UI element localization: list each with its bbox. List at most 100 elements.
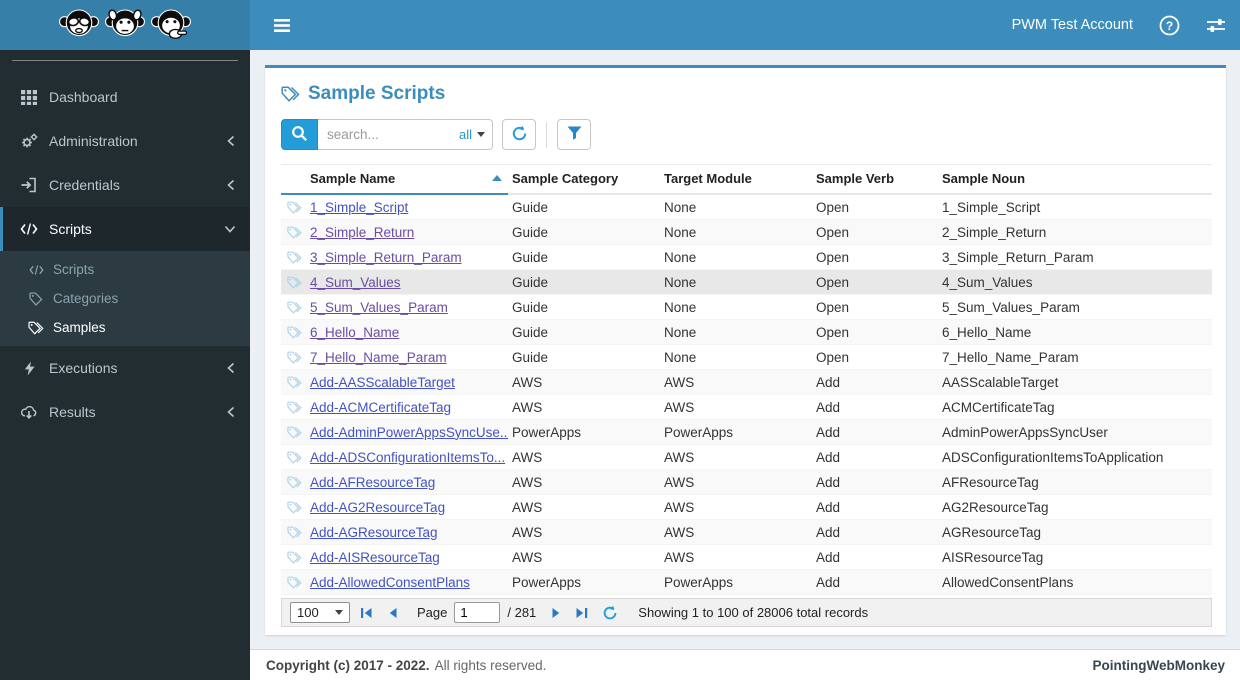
sample-name-link[interactable]: 5_Sum_Values_Param: [310, 300, 448, 315]
table-row: Add-AllowedConsentPlans PowerApps PowerA…: [281, 570, 1212, 595]
icon-column-header: [281, 165, 306, 195]
sidebar-subitem-categories[interactable]: Categories: [0, 284, 250, 313]
sample-verb-cell: Open: [816, 199, 850, 215]
column-header-sample-name[interactable]: Sample Name: [306, 165, 508, 195]
sample-name-link[interactable]: Add-ACMCertificateTag: [310, 400, 451, 415]
sample-name-link[interactable]: 3_Simple_Return_Param: [310, 250, 462, 265]
content-area: Sample Scripts search... all Sample Name…: [250, 50, 1240, 649]
refresh-button[interactable]: [502, 119, 536, 150]
table-row: Add-AG2ResourceTag AWS AWS Add AG2Resour…: [281, 495, 1212, 520]
sidebar-subitem-samples[interactable]: Samples: [0, 313, 250, 342]
sample-category-cell: Guide: [512, 199, 549, 215]
page-number-input[interactable]: [454, 602, 501, 623]
sample-name-link[interactable]: 1_Simple_Script: [310, 200, 408, 215]
target-module-cell: AWS: [664, 374, 695, 390]
sample-name-link[interactable]: Add-AllowedConsentPlans: [310, 575, 470, 590]
search-scope-select[interactable]: all: [459, 119, 485, 150]
column-label: Target Module: [664, 171, 752, 186]
table-row: 3_Simple_Return_Param Guide None Open 3_…: [281, 245, 1212, 270]
sample-name-link[interactable]: 4_Sum_Values: [310, 275, 401, 290]
table-row: 7_Hello_Name_Param Guide None Open 7_Hel…: [281, 345, 1212, 370]
monkey-hands-up-icon: [105, 7, 145, 43]
table-toolbar: all: [281, 119, 1212, 150]
page-label: Page: [417, 605, 448, 620]
sample-name-link[interactable]: 7_Hello_Name_Param: [310, 350, 447, 365]
search-button[interactable]: [281, 119, 318, 150]
sample-name-link[interactable]: Add-AG2ResourceTag: [310, 500, 445, 515]
app-logo[interactable]: [0, 0, 250, 50]
sample-name-link[interactable]: Add-AdminPowerAppsSyncUse...: [310, 425, 508, 440]
filter-button[interactable]: [557, 119, 591, 150]
sample-verb-cell: Add: [816, 574, 841, 590]
row-tags-icon: [281, 250, 306, 265]
sidebar-subitem-scripts[interactable]: Scripts: [0, 255, 250, 284]
page-size-select[interactable]: 100: [290, 602, 350, 623]
target-module-cell: None: [664, 349, 697, 365]
sample-category-cell: AWS: [512, 549, 543, 565]
help-icon[interactable]: ?: [1159, 15, 1180, 36]
tags-icon: [26, 321, 46, 335]
sample-noun-cell: AFResourceTag: [942, 474, 1039, 490]
cloud-download-icon: [18, 405, 40, 420]
column-header-sample-category[interactable]: Sample Category: [508, 165, 660, 195]
sample-verb-cell: Open: [816, 249, 850, 265]
scripts-submenu: Scripts Categories Samples: [0, 251, 250, 346]
sidebar-item-scripts[interactable]: Scripts: [0, 207, 250, 251]
sample-name-link[interactable]: 6_Hello_Name: [310, 325, 399, 340]
target-module-cell: AWS: [664, 449, 695, 465]
bolt-icon: [18, 361, 40, 376]
sample-noun-cell: AllowedConsentPlans: [942, 574, 1074, 590]
footer: Copyright (c) 2017 - 2022. All rights re…: [250, 649, 1240, 680]
sample-category-cell: Guide: [512, 224, 549, 240]
next-page-button[interactable]: [547, 606, 565, 620]
row-tags-icon: [281, 275, 306, 290]
table-row: 2_Simple_Return Guide None Open 2_Simple…: [281, 220, 1212, 245]
sidebar-item-label: Dashboard: [49, 89, 118, 105]
last-page-button[interactable]: [572, 606, 592, 620]
table-row: 4_Sum_Values Guide None Open 4_Sum_Value…: [281, 270, 1212, 295]
chevron-left-icon: [226, 362, 236, 374]
sidebar-item-results[interactable]: Results: [0, 390, 250, 434]
row-tags-icon: [281, 350, 306, 365]
previous-page-button[interactable]: [384, 606, 402, 620]
sliders-settings-icon[interactable]: [1206, 17, 1226, 34]
hamburger-menu-icon[interactable]: [265, 8, 299, 42]
main-area: PWM Test Account ? Sample Scripts search…: [250, 0, 1240, 680]
sidebar-item-dashboard[interactable]: Dashboard: [0, 75, 250, 119]
sample-name-link[interactable]: Add-AISResourceTag: [310, 550, 440, 565]
row-tags-icon: [281, 200, 306, 215]
table-row: 6_Hello_Name Guide None Open 6_Hello_Nam…: [281, 320, 1212, 345]
sidebar-item-administration[interactable]: Administration: [0, 119, 250, 163]
sample-category-cell: PowerApps: [512, 424, 582, 440]
sample-noun-cell: ADSConfigurationItemsToApplication: [942, 449, 1164, 465]
column-header-sample-noun[interactable]: Sample Noun: [938, 165, 1212, 195]
sample-verb-cell: Open: [816, 349, 850, 365]
sidebar-item-credentials[interactable]: Credentials: [0, 163, 250, 207]
target-module-cell: AWS: [664, 474, 695, 490]
sample-name-link[interactable]: Add-AGResourceTag: [310, 525, 438, 540]
sample-category-cell: AWS: [512, 449, 543, 465]
sample-name-link[interactable]: Add-AFResourceTag: [310, 475, 435, 490]
sample-verb-cell: Add: [816, 499, 841, 515]
sample-category-cell: PowerApps: [512, 574, 582, 590]
sample-category-cell: AWS: [512, 374, 543, 390]
first-page-button[interactable]: [357, 606, 377, 620]
sample-name-link[interactable]: 2_Simple_Return: [310, 225, 414, 240]
column-label: Sample Category: [512, 171, 619, 186]
sample-name-link[interactable]: Add-AASScalableTarget: [310, 375, 455, 390]
sample-name-link[interactable]: Add-ADSConfigurationItemsTo...: [310, 450, 505, 465]
grid-icon: [18, 89, 40, 105]
page-title-text: Sample Scripts: [308, 83, 446, 104]
chevron-left-icon: [226, 179, 236, 191]
column-header-target-module[interactable]: Target Module: [660, 165, 812, 195]
sample-category-cell: Guide: [512, 249, 549, 265]
pointing-monkey-icon: [151, 7, 191, 43]
sample-noun-cell: 7_Hello_Name_Param: [942, 349, 1079, 365]
table-row: Add-AFResourceTag AWS AWS Add AFResource…: [281, 470, 1212, 495]
code-icon: [26, 264, 46, 276]
account-menu[interactable]: PWM Test Account: [1012, 17, 1133, 33]
page-size-value: 100: [297, 605, 319, 620]
pager-refresh-icon[interactable]: [599, 605, 621, 621]
sidebar-item-executions[interactable]: Executions: [0, 346, 250, 390]
column-header-sample-verb[interactable]: Sample Verb: [812, 165, 938, 195]
